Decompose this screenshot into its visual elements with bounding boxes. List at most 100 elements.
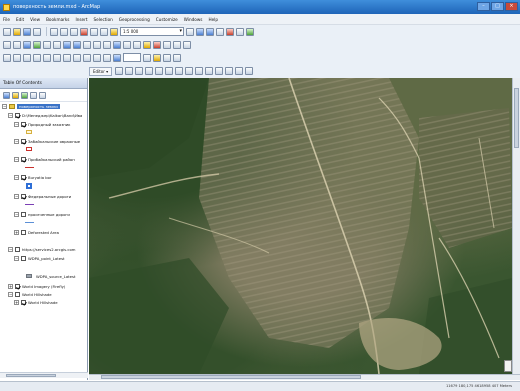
menu-geoprocessing[interactable]: Geoprocessing <box>119 17 150 22</box>
layer-row[interactable]: − Прибайкальский район <box>14 156 75 163</box>
list-by-visibility-icon[interactable] <box>21 91 28 99</box>
table-of-contents-icon[interactable] <box>196 27 204 36</box>
save-icon[interactable] <box>23 27 31 36</box>
list-by-selection-icon[interactable] <box>30 91 37 99</box>
menu-windows[interactable]: Windows <box>184 17 203 22</box>
layer-visibility-checkbox[interactable] <box>21 175 26 180</box>
layer-row[interactable]: − Природный заказник <box>14 121 70 128</box>
layout-forward-icon[interactable] <box>83 53 91 62</box>
pan-icon[interactable] <box>23 40 31 49</box>
list-by-drawing-order-icon[interactable] <box>3 91 10 99</box>
layer-row[interactable]: + Deforested Area <box>14 229 59 236</box>
collapse-toggle[interactable]: − <box>8 247 13 252</box>
rotate-tool-icon[interactable] <box>215 67 224 75</box>
layout-pan-icon[interactable] <box>23 53 31 62</box>
close-button[interactable]: × <box>505 2 518 11</box>
layer-visibility-checkbox[interactable] <box>15 113 20 118</box>
fixed-zoom-in-icon[interactable] <box>43 40 51 49</box>
zoom-in-icon[interactable] <box>3 40 11 49</box>
layout-extra-icon-1[interactable] <box>143 53 151 62</box>
new-document-icon[interactable] <box>3 27 11 36</box>
collapse-toggle[interactable]: − <box>8 292 13 297</box>
trace-icon[interactable] <box>155 67 164 75</box>
layer-visibility-checkbox[interactable] <box>21 194 26 199</box>
layer-group-row[interactable]: − https://services2.arcgis.com <box>8 246 75 253</box>
zoom-out-icon[interactable] <box>13 40 21 49</box>
create-features-icon[interactable] <box>245 67 254 75</box>
delete-icon[interactable] <box>80 27 88 36</box>
map-vertical-scrollbar[interactable] <box>512 78 520 374</box>
layer-visibility-checkbox[interactable] <box>21 122 26 127</box>
maximize-button[interactable]: □ <box>491 2 504 11</box>
editor-menu-button[interactable]: Editor ▾ <box>89 66 113 76</box>
data-frame-row[interactable]: − поверхность земли <box>2 103 60 110</box>
model-builder-icon[interactable] <box>246 27 254 36</box>
layout-extra-icon-4[interactable] <box>173 53 181 62</box>
layer-visibility-checkbox[interactable] <box>21 230 26 235</box>
map-scale-dropdown[interactable]: 1:5 000 <box>120 27 184 36</box>
fixed-zoom-out-icon[interactable] <box>53 40 61 49</box>
select-elements-icon[interactable] <box>103 40 111 49</box>
menu-edit[interactable]: Edit <box>16 17 24 22</box>
search-icon[interactable] <box>216 27 224 36</box>
html-popup-icon[interactable] <box>153 40 161 49</box>
basemap-row[interactable]: − World Hillshade <box>8 291 52 298</box>
focus-data-frame-icon[interactable] <box>103 53 111 62</box>
back-extent-icon[interactable] <box>63 40 71 49</box>
menu-help[interactable]: Help <box>208 17 218 22</box>
point-icon[interactable] <box>165 67 174 75</box>
collapse-toggle[interactable]: − <box>8 113 13 118</box>
layer-row[interactable]: − просеченные дороги <box>14 211 70 218</box>
layer-visibility-checkbox[interactable] <box>21 212 26 217</box>
basemap-row[interactable]: + World Imagery (Firefly) <box>8 283 65 290</box>
toc-horizontal-scrollbar[interactable] <box>0 372 88 378</box>
edit-vertices-icon[interactable] <box>175 67 184 75</box>
layer-row[interactable]: − WDPA_point_Latest <box>14 255 65 262</box>
layer-visibility-checkbox[interactable] <box>21 256 26 261</box>
attributes-icon[interactable] <box>225 67 234 75</box>
redo-icon[interactable] <box>100 27 108 36</box>
reshape-feature-icon[interactable] <box>185 67 194 75</box>
minimize-button[interactable]: – <box>477 2 490 11</box>
hyperlink-icon[interactable] <box>143 40 151 49</box>
layer-visibility-checkbox[interactable] <box>21 300 26 305</box>
copy-icon[interactable] <box>60 27 68 36</box>
layer-visibility-checkbox[interactable] <box>21 139 26 144</box>
cut-icon[interactable] <box>50 27 58 36</box>
editor-toolbar-icon[interactable] <box>186 27 194 36</box>
layer-visibility-checkbox[interactable] <box>15 247 20 252</box>
zoom-100-icon[interactable] <box>43 53 51 62</box>
menu-view[interactable]: View <box>30 17 40 22</box>
map-view[interactable] <box>89 78 512 374</box>
layout-back-icon[interactable] <box>73 53 81 62</box>
toc-options-icon[interactable] <box>39 91 46 99</box>
split-tool-icon[interactable] <box>205 67 214 75</box>
zoom-whole-page-icon[interactable] <box>33 53 41 62</box>
pause-drawing-icon[interactable] <box>504 360 512 372</box>
arctoolbox-icon[interactable] <box>226 27 234 36</box>
menu-bookmarks[interactable]: Bookmarks <box>46 17 69 22</box>
layout-fixed-zoom-out-icon[interactable] <box>63 53 71 62</box>
layer-row[interactable]: − Забайкальские овражные <box>14 138 80 145</box>
layout-zoom-out-icon[interactable] <box>13 53 21 62</box>
layout-extra-icon-3[interactable] <box>163 53 171 62</box>
layer-row[interactable]: − Федеральные дороги <box>14 193 71 200</box>
time-slider-icon[interactable] <box>163 40 171 49</box>
menu-insert[interactable]: Insert <box>75 17 87 22</box>
measure-icon[interactable] <box>133 40 141 49</box>
find-icon[interactable] <box>123 40 131 49</box>
catalog-icon[interactable] <box>206 27 214 36</box>
edit-tool-icon[interactable] <box>115 67 124 75</box>
clear-selection-icon[interactable] <box>93 40 101 49</box>
select-features-icon[interactable] <box>83 40 91 49</box>
layer-row[interactable]: WDPA_source_Latest <box>36 273 75 280</box>
full-extent-icon[interactable] <box>33 40 41 49</box>
paste-icon[interactable] <box>70 27 78 36</box>
collapse-toggle[interactable]: − <box>2 104 7 109</box>
print-icon[interactable] <box>33 27 41 36</box>
identify-icon[interactable] <box>113 40 121 49</box>
straight-segment-icon[interactable] <box>135 67 144 75</box>
layer-visibility-checkbox[interactable] <box>15 292 20 297</box>
edit-annotation-icon[interactable] <box>125 67 134 75</box>
menu-selection[interactable]: Selection <box>93 17 112 22</box>
